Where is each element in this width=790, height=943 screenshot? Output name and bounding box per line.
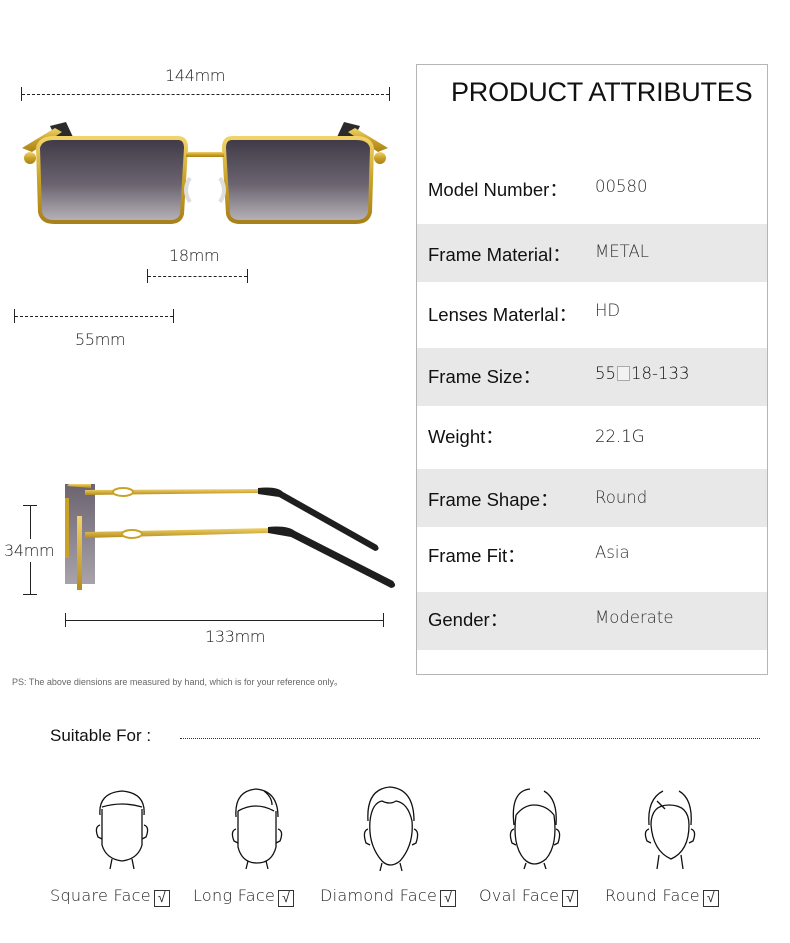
bridge-label: 18mm (169, 246, 220, 265)
diamond-face-icon (363, 786, 419, 872)
temple-length-label: 133mm (205, 627, 266, 646)
checkmark-icon: √ (702, 890, 719, 907)
face-option-long: Long Face √ (193, 886, 295, 907)
attribute-value: 55 18-133 (595, 364, 689, 383)
attribute-row-frame-shape: Frame Shape： Round (417, 469, 767, 527)
attribute-value: METAL (595, 242, 649, 261)
lens-width-label: 55mm (75, 330, 126, 349)
dimension-tick (383, 613, 384, 627)
face-label: Round Face (605, 886, 700, 905)
attribute-label: Lenses Materlal： (428, 304, 578, 325)
face-label: Diamond Face (320, 886, 438, 905)
attribute-label: Model Number： (428, 179, 568, 200)
attribute-row-frame-material: Frame Material： METAL (417, 224, 767, 282)
dimension-line (30, 505, 31, 539)
square-face-icon (95, 790, 149, 870)
face-label: Square Face (50, 886, 151, 905)
checkmark-icon: √ (153, 890, 170, 907)
dimension-tick (247, 269, 248, 283)
attribute-label: Frame Size： (428, 366, 542, 387)
attribute-row-model-number: Model Number： 00580 (417, 159, 767, 217)
attribute-label: Weight： (428, 426, 504, 447)
attribute-value: Moderate (595, 608, 674, 627)
face-option-square: Square Face √ (50, 886, 170, 907)
attribute-value: 00580 (595, 177, 648, 196)
dimension-line (148, 276, 247, 277)
attribute-label: Gender： (428, 609, 509, 630)
dimension-line (30, 562, 31, 594)
frame-size-lens: 55 (595, 364, 616, 383)
face-option-oval: Oval Face √ (479, 886, 579, 907)
dimension-tick (23, 594, 37, 595)
dotted-divider (180, 738, 760, 739)
attribute-value: 22.1G (595, 427, 645, 446)
attribute-row-lenses-material: Lenses Materlal： HD (417, 283, 767, 341)
face-option-round: Round Face √ (605, 886, 719, 907)
attribute-row-gender: Gender： Moderate (417, 592, 767, 650)
dimension-tick (173, 309, 174, 323)
lens-height-label: 34mm (4, 541, 55, 560)
dimension-line (15, 316, 173, 317)
frame-size-rest: 18-133 (631, 364, 690, 383)
dimension-line (22, 94, 389, 95)
product-attributes-panel: PRODUCT ATTRIBUTES Model Number： 00580 F… (416, 64, 768, 675)
panel-title: PRODUCT ATTRIBUTES (451, 77, 753, 107)
checkmark-icon: √ (440, 890, 457, 907)
face-label: Long Face (193, 886, 276, 905)
round-face-icon (644, 790, 696, 870)
long-face-icon (231, 788, 283, 870)
dimension-tick (389, 87, 390, 101)
attribute-value: Round (595, 488, 648, 507)
attribute-label: Frame Fit： (428, 545, 526, 566)
checkmark-icon: √ (278, 890, 295, 907)
total-width-label: 144mm (165, 66, 226, 85)
attribute-row-frame-fit: Frame Fit： Asia (417, 527, 767, 585)
checkmark-icon: √ (562, 890, 579, 907)
oval-face-icon (509, 788, 561, 870)
attribute-label: Frame Material： (428, 244, 571, 265)
face-option-diamond: Diamond Face √ (320, 886, 457, 907)
attribute-row-frame-size: Frame Size： 55 18-133 (417, 348, 767, 406)
measurement-note: PS: The above diensions are measured by … (12, 677, 344, 687)
dimension-line (66, 620, 383, 621)
attribute-value: Asia (595, 543, 630, 562)
glasses-front-image (22, 122, 388, 224)
box-symbol-icon (617, 366, 630, 381)
glasses-side-image (65, 484, 396, 590)
attribute-row-weight: Weight： 22.1G (417, 406, 767, 464)
attribute-value: HD (595, 301, 621, 320)
attribute-label: Frame Shape： (428, 489, 559, 510)
face-label: Oval Face (479, 886, 560, 905)
suitable-for-title: Suitable For : (50, 726, 152, 745)
